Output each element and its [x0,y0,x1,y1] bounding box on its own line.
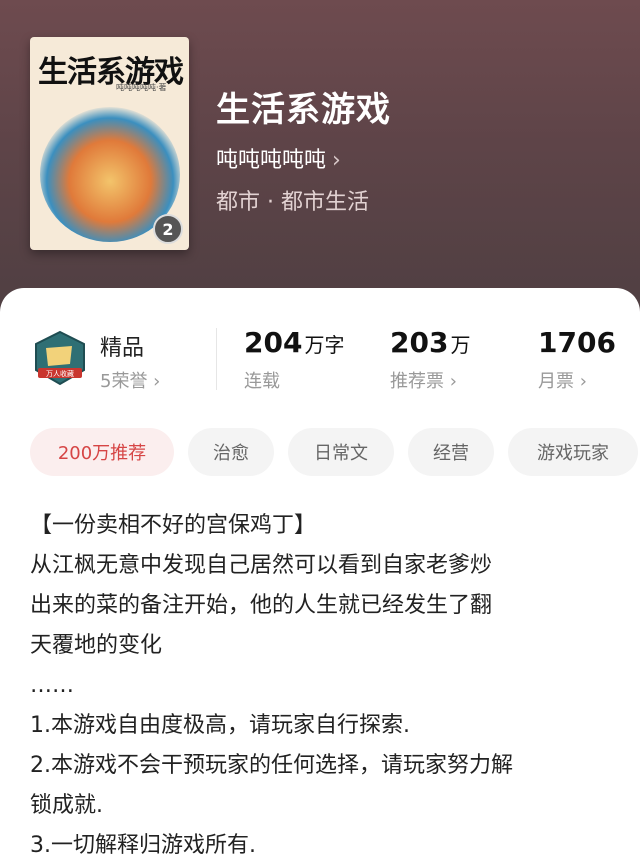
synopsis-line: 【一份卖相不好的宫保鸡丁】 [30,513,317,538]
monthly-votes-label: 月票 [538,371,574,392]
chevron-right-icon: › [147,371,161,392]
author-name: 吨吨吨吨吨 [216,148,327,173]
book-cover[interactable]: 生活系游戏 吨吨吨吨吨·著 2 [30,37,189,250]
monthly-votes-link[interactable]: 月票 › [538,367,587,393]
emblem-text: 万人收藏 [46,369,74,378]
word-count-unit: 万字 [304,333,345,357]
book-detail-card: 万人收藏 精品 5荣誉 › 204 万字 连载 203 万 推荐票 › 1706 月… [0,288,640,858]
synopsis-line: 从江枫无意中发现自己居然可以看到自家老爹炒 [30,553,493,578]
synopsis-line: 锁成就. [30,793,103,818]
word-count-value: 204 万字 [244,326,344,359]
synopsis-line: 1.本游戏自由度极高，请玩家自行探索. [30,713,410,738]
stats-row: 万人收藏 精品 5荣誉 › 204 万字 连载 203 万 推荐票 › 1706 月… [0,288,640,408]
synopsis-line: 天覆地的变化 [30,633,163,658]
book-header: 生活系游戏 吨吨吨吨吨·著 2 生活系游戏 吨吨吨吨吨 › 都市 · 都市生活 [0,0,640,320]
quality-emblem-icon: 万人收藏 [35,330,85,386]
genre-label: 都市 · 都市生活 [216,190,369,215]
book-title: 生活系游戏 [216,90,391,130]
tag-list: 200万推荐 治愈 日常文 经营 游戏玩家 [30,428,640,478]
synopsis-line: 2.本游戏不会干预玩家的任何选择，请玩家努力解 [30,753,513,778]
recommend-votes-value: 203 万 [390,326,470,359]
recommend-votes-number: 203 [390,326,449,359]
chevron-right-icon: › [444,371,457,392]
book-synopsis[interactable]: 【一份卖相不好的宫保鸡丁】 从江枫无意中发现自己居然可以看到自家老爹炒 出来的菜… [30,506,630,866]
chevron-right-icon: › [332,148,341,173]
tag-item[interactable]: 游戏玩家 [508,428,638,476]
synopsis-line: …… [30,673,74,698]
quality-label: 精品 [100,336,145,361]
tag-item[interactable]: 经营 [408,428,494,476]
recommend-votes-label: 推荐票 [390,371,444,392]
synopsis-line: 出来的菜的备注开始，他的人生就已经发生了翻 [30,593,493,618]
word-count-number: 204 [244,326,303,359]
cover-author: 吨吨吨吨吨·著 [116,83,167,92]
recommend-votes-unit: 万 [450,333,471,357]
tag-item[interactable]: 日常文 [288,428,394,476]
chevron-right-icon: › [574,371,587,392]
tag-item[interactable]: 治愈 [188,428,274,476]
monthly-votes-value: 1706 [538,326,616,359]
honors-count: 5荣誉 [100,371,148,392]
honors-link[interactable]: 5荣誉 › [100,367,160,393]
author-link[interactable]: 吨吨吨吨吨 › [216,142,341,174]
volume-badge: 2 [153,214,183,244]
recommend-votes-link[interactable]: 推荐票 › [390,367,457,393]
stats-divider [216,328,217,390]
monthly-votes-number: 1706 [538,326,616,359]
serial-status-label: 连载 [244,371,280,392]
tag-item[interactable]: 200万推荐 [30,428,174,476]
synopsis-line: 3.一切解释归游戏所有. [30,833,256,858]
